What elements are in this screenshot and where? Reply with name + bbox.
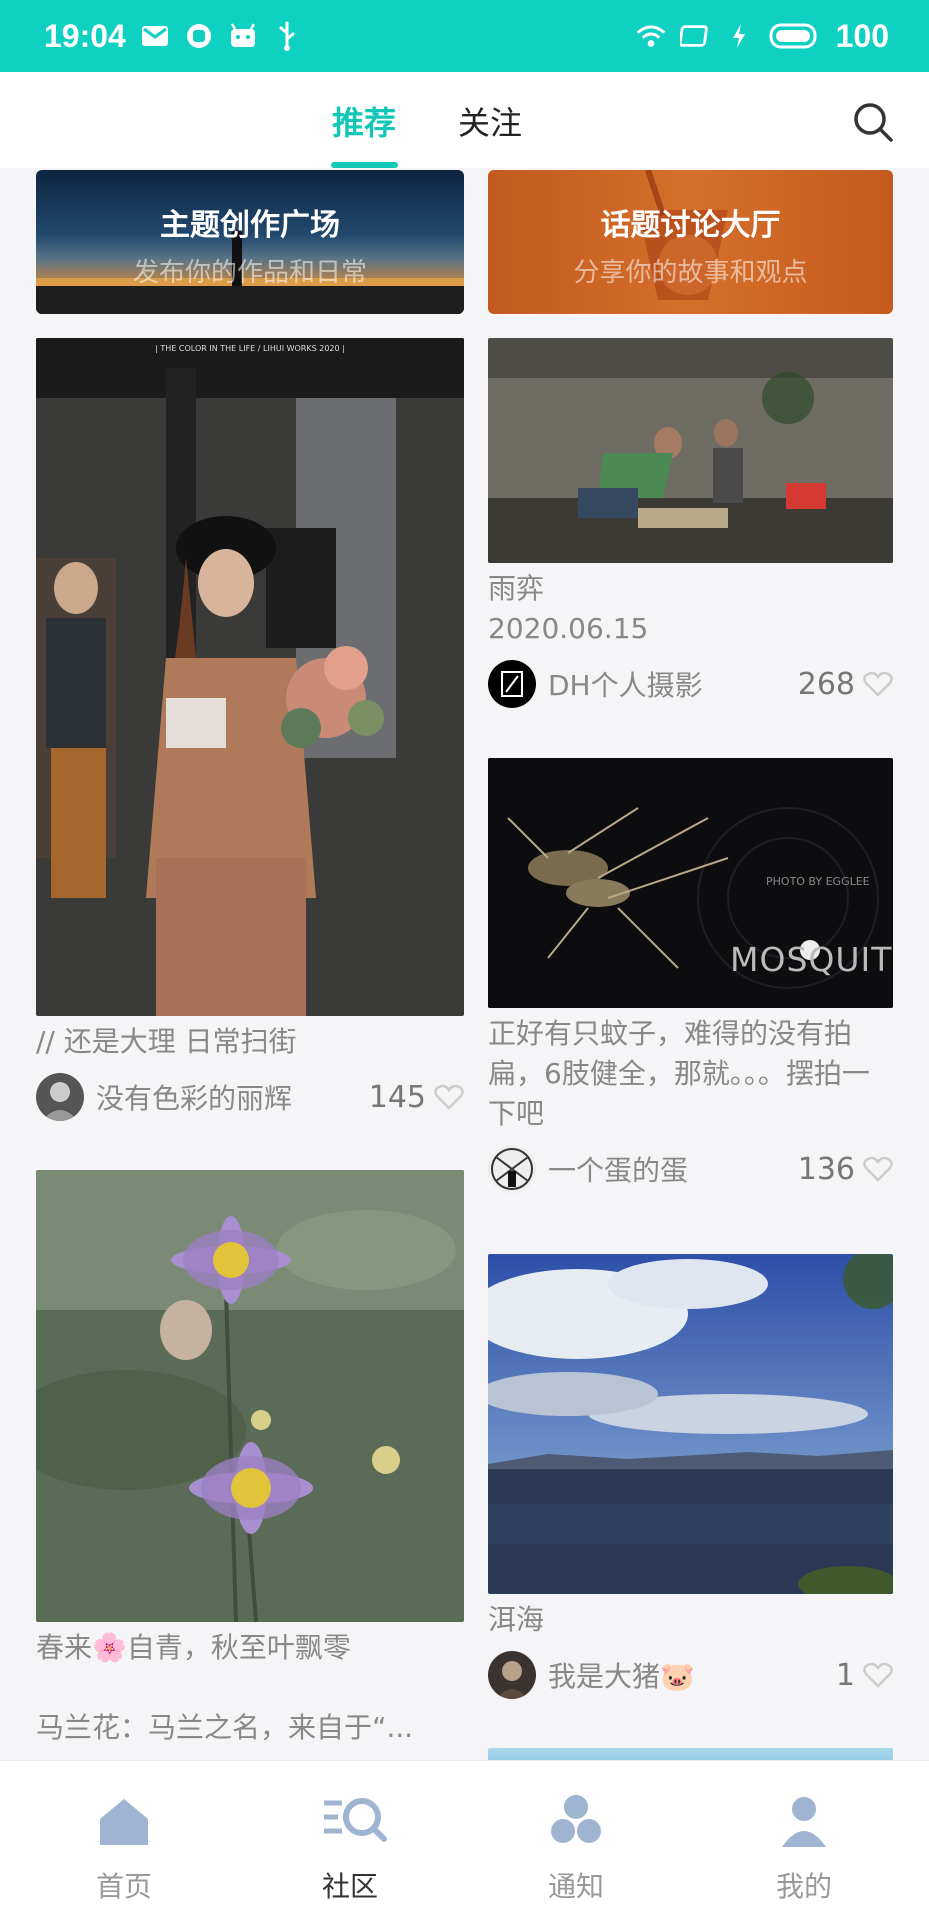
heart-icon[interactable] xyxy=(863,1662,893,1688)
banner-theme-creation[interactable]: 主题创作广场 发布你的作品和日常 xyxy=(36,170,464,314)
avatar[interactable] xyxy=(36,1073,84,1121)
wifi-icon xyxy=(636,21,666,51)
post-image-street-portrait: | THE COLOR IN THE LIFE / LIHUI WORKS 20… xyxy=(36,338,464,1016)
post-image-mosquito: PHOTO BY EGGLEE MOSQUITO xyxy=(488,758,893,1008)
image-caption: PHOTO BY EGGLEE xyxy=(766,875,870,888)
image-watermark: | THE COLOR IN THE LIFE / LIHUI WORKS 20… xyxy=(155,344,345,353)
banner-subtitle: 发布你的作品和日常 xyxy=(132,258,367,288)
community-search-icon xyxy=(322,1793,387,1849)
post-meta: 一个蛋的蛋 136 xyxy=(488,1144,893,1194)
tab-follow[interactable]: 关注 xyxy=(458,98,522,144)
nav-label: 通知 xyxy=(547,1870,604,1903)
user-icon xyxy=(776,1793,832,1849)
like-count: 145 xyxy=(368,1079,426,1115)
avatar[interactable] xyxy=(488,1145,536,1193)
post-image xyxy=(488,1748,893,1760)
top-nav: 推荐 关注 xyxy=(0,72,929,168)
usb-icon xyxy=(272,21,302,51)
heart-icon[interactable] xyxy=(434,1084,464,1110)
post-card[interactable]: | THE COLOR IN THE LIFE / LIHUI WORKS 20… xyxy=(36,338,464,1122)
android-icon xyxy=(228,21,258,51)
image-title-text: MOSQUITO xyxy=(730,940,893,979)
status-bar: 19:04 100 xyxy=(0,0,929,72)
banner-subtitle: 分享你的故事和观点 xyxy=(573,258,808,288)
heart-icon[interactable] xyxy=(863,671,893,697)
post-title: 正好有只蚊子，难得的没有拍扁，6肢健全，那就。。。摆拍一下吧 xyxy=(488,1017,870,1130)
author-name[interactable]: 我是大猪🐷 xyxy=(548,1655,836,1695)
like-count: 136 xyxy=(797,1151,855,1187)
mail-icon xyxy=(140,21,170,51)
avatar[interactable] xyxy=(488,1651,536,1699)
post-title: // 还是大理 日常扫街 xyxy=(36,1025,297,1058)
post-card[interactable]: 洱海 我是大猪🐷 1 xyxy=(488,1254,893,1700)
post-image-erhai-lake xyxy=(488,1254,893,1594)
like-count: 268 xyxy=(797,666,855,702)
screen-cast-icon xyxy=(679,21,710,51)
bottom-nav: 首页 社区 通知 我的 xyxy=(0,1760,929,1921)
nav-community[interactable]: 社区 xyxy=(234,1761,466,1921)
avatar[interactable] xyxy=(488,660,536,708)
nav-notifications[interactable]: 通知 xyxy=(460,1761,692,1921)
tab-recommend[interactable]: 推荐 xyxy=(332,98,396,144)
app-notification-icon xyxy=(184,21,214,51)
heart-icon[interactable] xyxy=(863,1156,893,1182)
post-title: 雨弈 2020.06.15 xyxy=(488,572,649,645)
post-meta: 我是大猪🐷 1 xyxy=(488,1650,893,1700)
post-card[interactable]: PHOTO BY EGGLEE MOSQUITO 正好有只蚊子，难得的没有拍扁，… xyxy=(488,758,893,1194)
post-title: 春来🌸自青，秋至叶飘零 马兰花：马兰之名，来自于“... xyxy=(36,1631,414,1744)
post-title: 洱海 xyxy=(488,1603,545,1636)
like-count: 1 xyxy=(835,1657,855,1693)
battery-level: 100 xyxy=(835,17,889,54)
post-image-chess-players xyxy=(488,338,893,563)
nav-profile[interactable]: 我的 xyxy=(688,1761,920,1921)
author-name[interactable]: 没有色彩的丽辉 xyxy=(96,1077,369,1117)
post-card[interactable] xyxy=(488,1748,893,1760)
notification-hexagons-icon xyxy=(548,1793,604,1849)
post-meta: DH个人摄影 268 xyxy=(488,659,893,709)
nav-label: 首页 xyxy=(95,1870,152,1903)
author-name[interactable]: DH个人摄影 xyxy=(548,664,798,704)
banner-title: 主题创作广场 xyxy=(160,208,340,243)
status-time: 19:04 xyxy=(44,17,126,54)
post-card[interactable]: 雨弈 2020.06.15 DH个人摄影 268 xyxy=(488,338,893,709)
battery-icon xyxy=(768,21,820,51)
banner-topic-discussion[interactable]: 话题讨论大厅 分享你的故事和观点 xyxy=(488,170,893,314)
home-icon xyxy=(96,1793,152,1849)
search-icon[interactable] xyxy=(851,100,895,144)
charging-icon xyxy=(724,21,754,51)
nav-home[interactable]: 首页 xyxy=(8,1761,240,1921)
nav-label: 社区 xyxy=(321,1870,378,1903)
post-meta: 没有色彩的丽辉 145 xyxy=(36,1072,464,1122)
community-feed[interactable]: 主题创作广场 发布你的作品和日常 话题讨论大厅 分享你的故事和观点 | THE … xyxy=(0,168,929,1760)
banner-title: 话题讨论大厅 xyxy=(600,208,781,243)
author-name[interactable]: 一个蛋的蛋 xyxy=(548,1149,798,1189)
post-image-aster-flowers xyxy=(36,1170,464,1622)
post-card[interactable]: 春来🌸自青，秋至叶飘零 马兰花：马兰之名，来自于“... xyxy=(36,1170,464,1748)
nav-label: 我的 xyxy=(775,1870,832,1903)
